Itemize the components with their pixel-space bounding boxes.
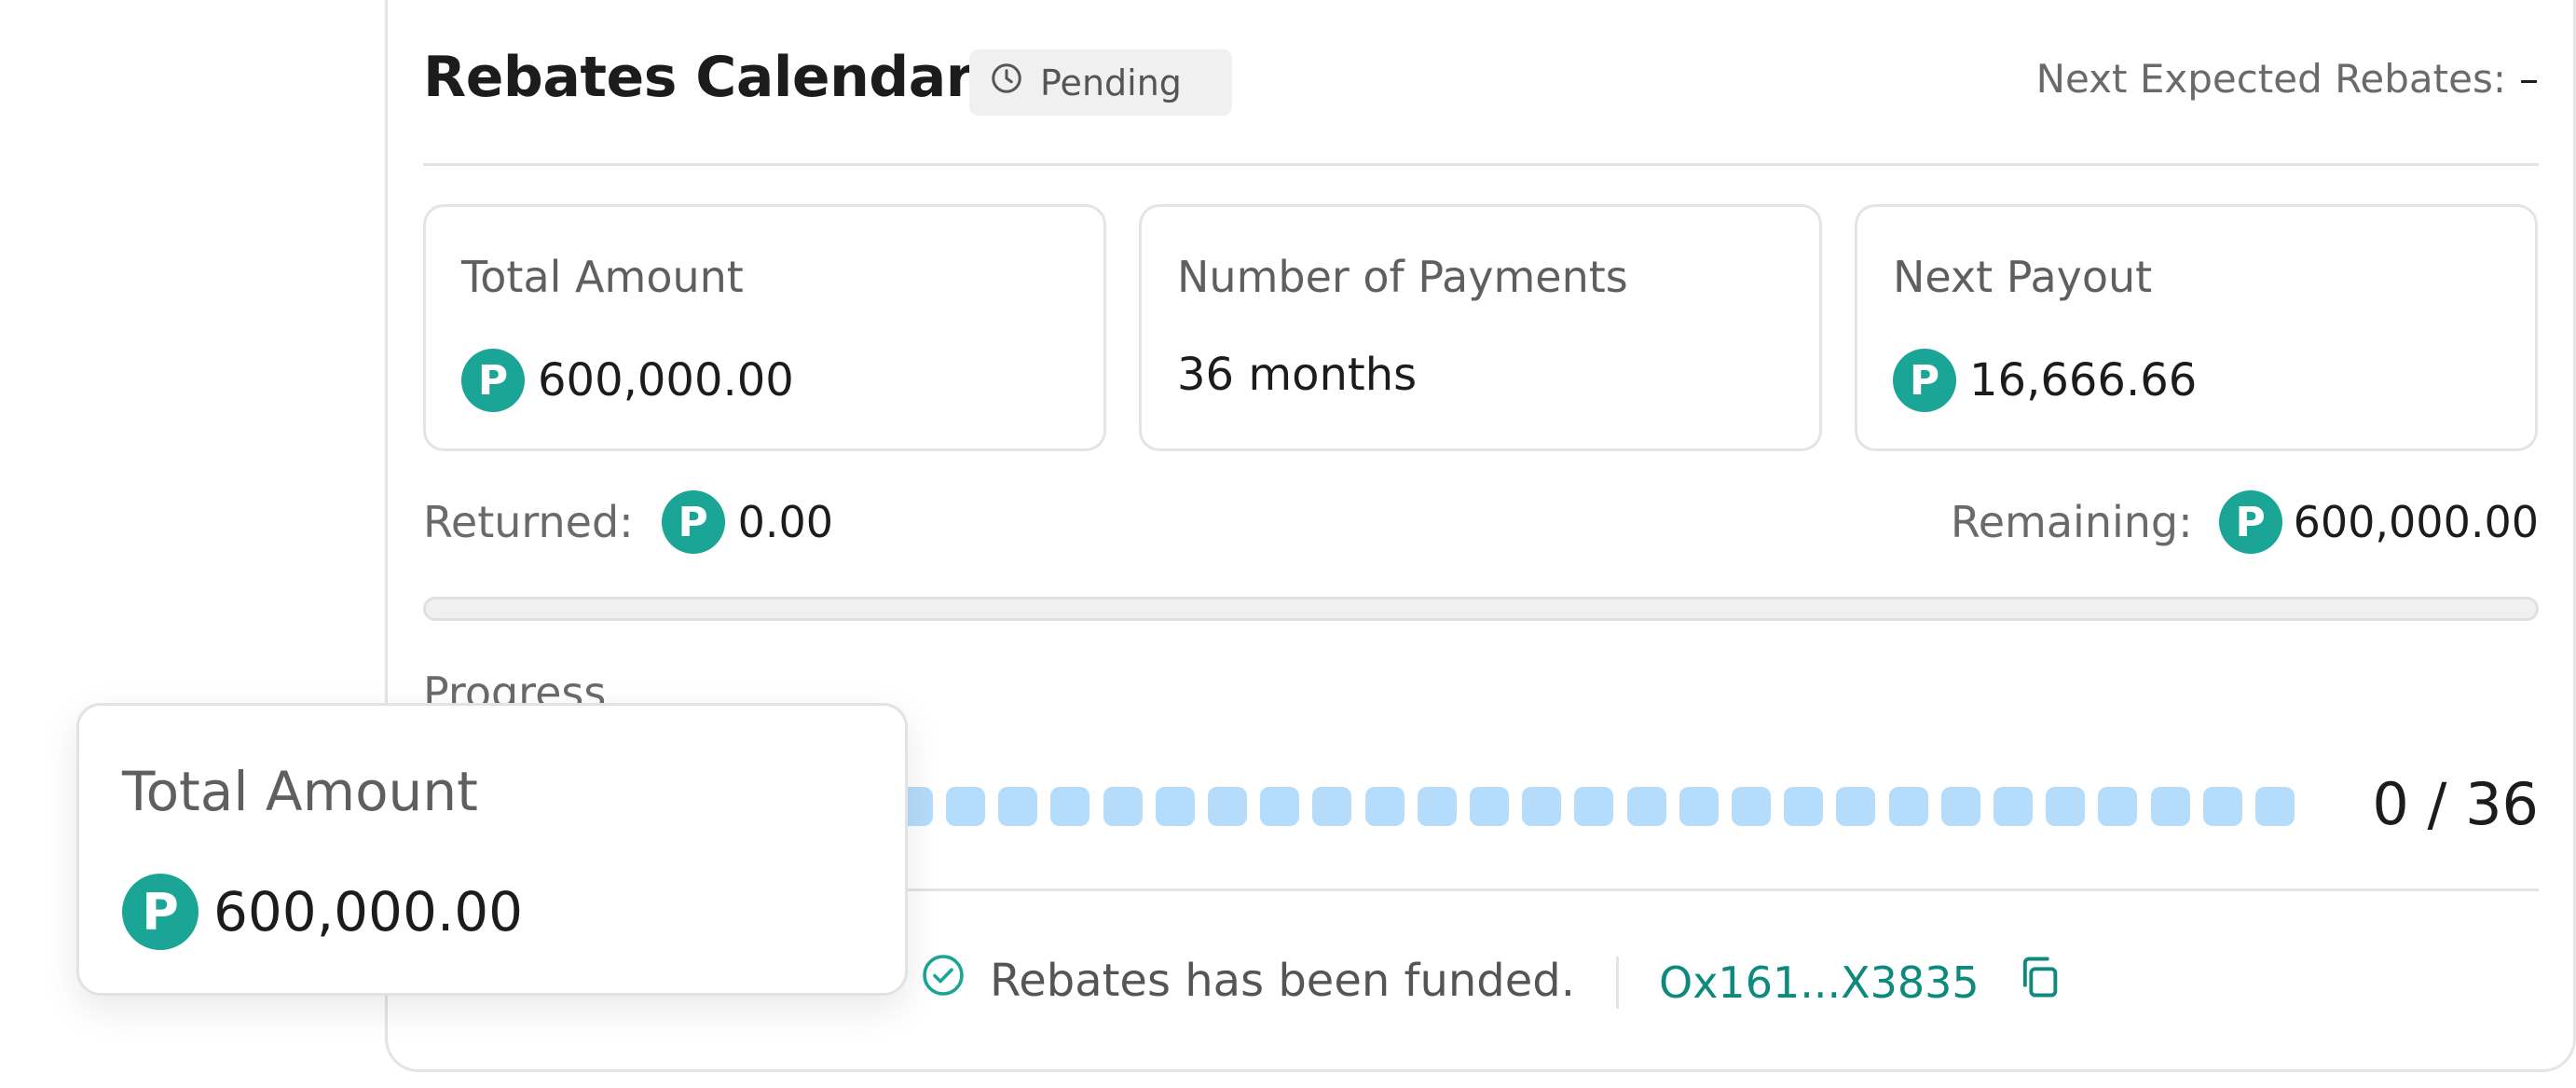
- number-of-payments-value: 36 months: [1177, 349, 1418, 401]
- p-coin-icon: P: [122, 874, 199, 950]
- card-value: 36 months: [1177, 349, 1417, 401]
- payment-dot: [1208, 787, 1247, 826]
- payment-dot: [2255, 787, 2295, 826]
- next-payout-card: Next Payout P 16,666.66: [1855, 204, 2538, 451]
- payment-dot: [2098, 787, 2138, 826]
- card-value: P 16,666.66: [1893, 349, 2197, 412]
- copy-icon[interactable]: [2015, 953, 2063, 1012]
- payment-dot: [1679, 787, 1719, 826]
- payment-dot: [1050, 787, 1090, 826]
- payment-dot: [1155, 787, 1195, 826]
- payment-dot: [1574, 787, 1614, 826]
- status-badge-label: Pending: [1040, 62, 1182, 103]
- remaining-label: Remaining:: [1950, 497, 2193, 547]
- payment-counter: 0 / 36: [2372, 770, 2539, 838]
- card-label: Number of Payments: [1177, 252, 1628, 302]
- next-payout-value: 16,666.66: [1969, 354, 2198, 406]
- returned-value: 0.00: [737, 497, 834, 547]
- vertical-separator: [1616, 957, 1619, 1009]
- check-circle-icon: [921, 953, 966, 1009]
- clock-icon: [990, 62, 1023, 103]
- funded-message: Rebates has been funded.: [990, 955, 1576, 1007]
- remaining-value: 600,000.00: [2293, 497, 2539, 547]
- payment-dot: [1940, 787, 1980, 826]
- payment-dot: [1417, 787, 1457, 826]
- card-label: Next Payout: [1893, 252, 2153, 302]
- panel-header: Rebates Calendar Pending Next Expected R…: [423, 41, 2539, 119]
- p-coin-icon: P: [461, 349, 525, 412]
- payment-dot: [1260, 787, 1300, 826]
- address-link[interactable]: Ox161...X3835: [1659, 957, 1980, 1008]
- payment-dot: [946, 787, 985, 826]
- total-amount-tooltip-card: Total Amount P 600,000.00: [76, 703, 908, 996]
- payment-dot: [1784, 787, 1824, 826]
- payment-dot: [1732, 787, 1771, 826]
- status-badge: Pending: [969, 49, 1232, 116]
- page-title: Rebates Calendar: [423, 45, 973, 110]
- total-amount-value: 600,000.00: [538, 354, 794, 406]
- payment-dot: [1994, 787, 2033, 826]
- payment-dot: [1522, 787, 1562, 826]
- total-amount-card: Total Amount P 600,000.00: [423, 204, 1106, 451]
- next-expected-label: Next Expected Rebates:: [2035, 56, 2506, 102]
- funded-status: Rebates has been funded.: [921, 953, 1575, 1009]
- payment-dot: [1836, 787, 1876, 826]
- payment-dot: [2202, 787, 2242, 826]
- p-coin-icon: P: [661, 490, 725, 554]
- tooltip-amount: 600,000.00: [213, 880, 524, 943]
- payment-dot: [1888, 787, 1928, 826]
- next-expected-rebates: Next Expected Rebates: –: [2036, 56, 2539, 102]
- returned-label: Returned:: [423, 497, 634, 547]
- contract-address: Ox161...X3835: [1659, 953, 2063, 1012]
- payment-dot: [1312, 787, 1352, 826]
- progress-bar: [423, 597, 2539, 621]
- p-coin-icon: P: [2218, 490, 2282, 554]
- payment-dot: [1364, 787, 1404, 826]
- card-label: Total Amount: [461, 252, 744, 302]
- returned-summary: Returned: P 0.00: [423, 490, 833, 554]
- remaining-summary: Remaining: P 600,000.00: [1951, 490, 2539, 554]
- payment-dot: [2150, 787, 2190, 826]
- payment-dot: [2046, 787, 2086, 826]
- payment-dot: [998, 787, 1038, 826]
- payment-dot: [1103, 787, 1143, 826]
- number-of-payments-card: Number of Payments 36 months: [1139, 204, 1822, 451]
- payment-dot: [1470, 787, 1509, 826]
- tooltip-label: Total Amount: [122, 760, 478, 823]
- next-expected-value: –: [2519, 56, 2539, 102]
- card-value: P 600,000.00: [461, 349, 794, 412]
- header-divider: [423, 163, 2539, 166]
- payment-dot: [1626, 787, 1666, 826]
- p-coin-icon: P: [1893, 349, 1956, 412]
- tooltip-value: P 600,000.00: [122, 874, 523, 950]
